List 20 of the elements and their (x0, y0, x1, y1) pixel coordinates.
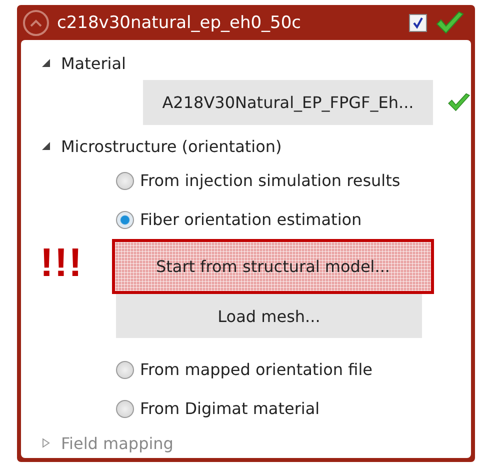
section-label: Microstructure (orientation) (61, 136, 282, 156)
chevron-icon (30, 18, 42, 26)
action-button[interactable]: Start from structural model... (112, 239, 434, 294)
radio-option[interactable]: From mapped orientation file (116, 350, 471, 389)
section-label: Material (61, 54, 126, 72)
check-icon (447, 92, 471, 112)
panel-title: c218v30natural_ep_eh0_50c (57, 12, 302, 32)
warning-marks: !!! (40, 241, 83, 286)
radio-option[interactable]: From Digimat material (116, 389, 471, 428)
expanded-triangle-icon[interactable] (41, 141, 51, 151)
radio-option[interactable]: From injection simulation results (116, 161, 471, 200)
check-icon (435, 10, 465, 34)
action-button[interactable]: Load mesh... (116, 294, 422, 338)
section-label: Field mapping (61, 434, 174, 452)
radio-option[interactable]: Fiber orientation estimation (116, 200, 471, 239)
tick-icon (412, 16, 424, 28)
collapse-button[interactable] (23, 10, 49, 36)
material-field[interactable]: A218V30Natural_EP_FPGF_Eh... (143, 80, 433, 125)
expanded-triangle-icon[interactable] (41, 58, 51, 68)
enable-checkbox[interactable] (409, 14, 427, 32)
